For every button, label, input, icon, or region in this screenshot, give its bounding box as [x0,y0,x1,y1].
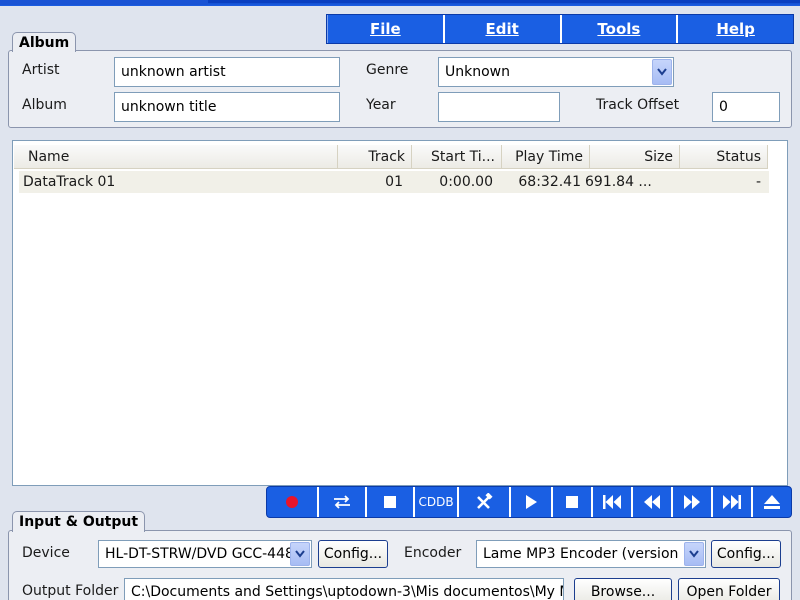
cell-start-time: 0:00.00 [439,174,493,190]
genre-select[interactable]: Unknown [438,57,674,87]
col-size[interactable]: Size [590,145,680,169]
stop-icon [384,496,396,508]
swap-icon [334,495,350,509]
record-icon [286,496,298,508]
io-group-title: Input & Output [12,511,146,532]
cell-track: 01 [385,174,403,190]
fast-forward-icon [684,495,700,509]
eject-button[interactable] [751,487,791,517]
track-offset-label: Track Offset [596,97,680,113]
tools-icon [477,493,493,509]
cell-status: - [755,174,761,190]
menu-tools[interactable]: Tools [559,15,677,43]
swap-button[interactable] [317,487,365,517]
cddb-button[interactable]: CDDB [413,487,457,517]
skip-back-icon [603,495,621,509]
tools-button[interactable] [457,487,509,517]
menu-file[interactable]: File [327,15,443,43]
eject-icon [764,495,780,509]
stop-icon [566,496,578,508]
genre-value: Unknown [445,64,510,80]
output-folder-input[interactable]: C:\Documents and Settings\uptodown-3\Mis… [124,578,564,600]
track-list[interactable]: Name Track Start Ti... Play Time Size St… [12,140,788,486]
chevron-down-icon[interactable] [290,542,310,566]
stop-button-2[interactable] [551,487,591,517]
skip-forward-icon [723,495,741,509]
stop-button[interactable] [365,487,413,517]
rewind-icon [644,495,660,509]
artist-label: Artist [22,62,60,78]
device-config-button[interactable]: Config... [318,540,388,568]
col-name[interactable]: Name [14,145,338,169]
chevron-down-icon[interactable] [652,59,672,85]
cell-size: 691.84 ... [585,174,652,190]
title-bar-right [208,0,800,3]
year-label: Year [366,97,396,113]
menu-help[interactable]: Help [676,15,793,43]
artist-input[interactable]: unknown artist [114,57,340,87]
skip-forward-button[interactable] [711,487,751,517]
transport-toolbar: CDDB [266,486,792,518]
menu-edit[interactable]: Edit [442,15,560,43]
encoder-value: Lame MP3 Encoder (version 1 [483,546,692,562]
col-track[interactable]: Track [338,145,412,169]
album-label: Album [22,97,67,113]
chevron-down-icon[interactable] [684,542,704,566]
genre-label: Genre [366,62,409,78]
cell-name: DataTrack 01 [23,174,116,190]
encoder-label: Encoder [404,545,462,561]
table-row[interactable]: DataTrack 01 01 0:00.00 68:32.41 691.84 … [19,171,769,193]
track-offset-input[interactable]: 0 [712,92,780,122]
record-button[interactable] [267,487,317,517]
year-input[interactable] [438,92,560,122]
col-start-time[interactable]: Start Ti... [412,145,502,169]
browse-button[interactable]: Browse... [574,578,672,600]
open-folder-button[interactable]: Open Folder [678,578,780,600]
output-folder-label: Output Folder [22,583,119,599]
cell-play-time: 68:32.41 [518,174,581,190]
cddb-label: CDDB [418,495,454,509]
encoder-select[interactable]: Lame MP3 Encoder (version 1 [476,540,706,568]
col-status[interactable]: Status [680,145,768,169]
col-play-time[interactable]: Play Time [502,145,590,169]
album-input[interactable]: unknown title [114,92,340,122]
skip-back-button[interactable] [591,487,631,517]
device-label: Device [22,545,70,561]
play-button[interactable] [509,487,551,517]
encoder-config-button[interactable]: Config... [711,540,781,568]
play-icon [526,495,537,509]
album-group-title: Album [12,32,77,52]
track-list-header: Name Track Start Ti... Play Time Size St… [14,145,768,169]
rewind-button[interactable] [631,487,671,517]
title-bar [0,0,800,6]
device-value: HL-DT-STRW/DVD GCC-4480 [105,546,303,562]
title-bar-left [0,0,208,5]
menu-bar: File Edit Tools Help [326,14,794,44]
device-select[interactable]: HL-DT-STRW/DVD GCC-4480 [98,540,312,568]
fast-forward-button[interactable] [671,487,711,517]
